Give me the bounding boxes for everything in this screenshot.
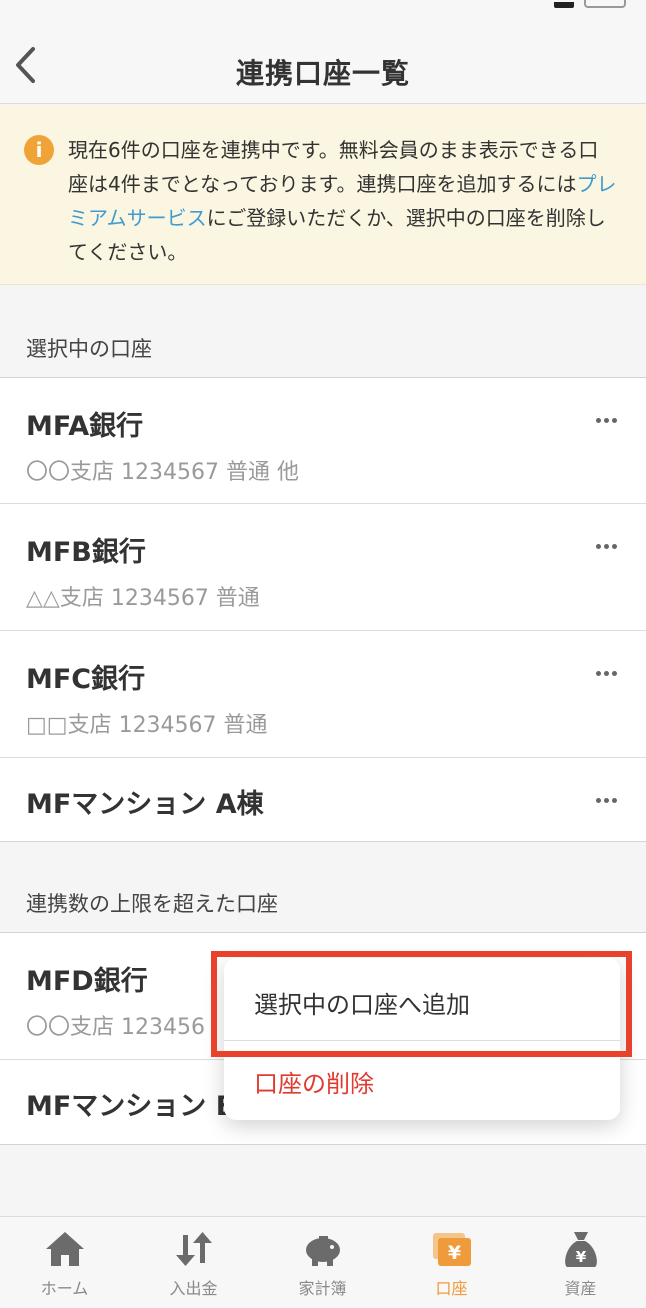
tab-assets[interactable]: ¥ 資産	[516, 1217, 645, 1308]
info-icon: i	[24, 135, 54, 165]
signal-icon	[554, 2, 574, 8]
ellipsis-icon	[595, 417, 601, 423]
account-name: MFマンション B	[26, 1091, 237, 1122]
account-row[interactable]: MFA銀行 〇〇支店 1234567 普通 他	[0, 378, 646, 504]
ellipsis-dot	[611, 543, 617, 549]
battery-icon	[584, 0, 626, 8]
ellipsis-dot	[603, 417, 609, 423]
page-title: 連携口座一覧	[235, 57, 410, 90]
arrows-up-down-icon	[175, 1232, 212, 1266]
account-name: MFA銀行	[26, 411, 144, 442]
ellipsis-icon	[595, 797, 601, 803]
tab-label: 資産	[564, 1279, 597, 1298]
account-detail: □□支店 1234567 普通	[26, 713, 268, 738]
ellipsis-dot	[603, 543, 609, 549]
tab-household-budget[interactable]: 家計簿	[258, 1217, 387, 1308]
svg-text:¥: ¥	[575, 1248, 586, 1266]
tab-accounts[interactable]: ¥ 口座	[387, 1217, 516, 1308]
status-icons	[554, 0, 626, 8]
account-name: MFC銀行	[26, 664, 146, 695]
tab-label: ホーム	[40, 1279, 89, 1298]
home-icon	[45, 1232, 84, 1266]
money-bag-yen-icon: ¥	[564, 1232, 597, 1267]
account-detail: 〇〇支店 123456	[26, 1015, 205, 1040]
tab-transfers[interactable]: 入出金	[129, 1217, 258, 1308]
account-detail: 〇〇支店 1234567 普通 他	[26, 460, 299, 485]
tab-label: 口座	[435, 1279, 468, 1298]
account-name: MFマンション A棟	[26, 789, 264, 820]
tab-label: 家計簿	[298, 1279, 347, 1298]
more-options-button[interactable]	[592, 663, 620, 683]
ellipsis-icon	[595, 543, 601, 549]
selected-accounts-header: 選択中の口座	[26, 337, 152, 361]
tab-bar: ホーム 入出金 家計簿 ¥ 口座 ¥ 資産	[0, 1216, 646, 1308]
account-row[interactable]: MFC銀行 □□支店 1234567 普通	[0, 631, 646, 758]
notice-text-part-1: 現在6件の口座を連携中です。無料会員のまま表示できる口座は4件までとなっておりま…	[68, 138, 599, 196]
navigation-bar: 連携口座一覧	[0, 24, 646, 104]
ellipsis-dot	[611, 417, 617, 423]
status-bar	[0, 0, 646, 24]
delete-account-menu-item[interactable]: 口座の削除	[254, 1064, 374, 1099]
ellipsis-icon	[595, 670, 601, 676]
highlight-annotation	[211, 951, 632, 1057]
more-options-button[interactable]	[592, 536, 620, 556]
wallet-yen-icon: ¥	[432, 1233, 471, 1266]
tab-home[interactable]: ホーム	[0, 1217, 129, 1308]
svg-text:¥: ¥	[447, 1242, 460, 1264]
piggy-bank-icon	[305, 1236, 340, 1266]
account-name: MFD銀行	[26, 966, 148, 997]
more-options-button[interactable]	[592, 790, 620, 810]
account-detail: △△支店 1234567 普通	[26, 586, 260, 611]
account-row[interactable]: MFB銀行 △△支店 1234567 普通	[0, 504, 646, 631]
ellipsis-dot	[603, 670, 609, 676]
ellipsis-dot	[611, 670, 617, 676]
ellipsis-dot	[611, 797, 617, 803]
notice-text: 現在6件の口座を連携中です。無料会員のまま表示できる口座は4件までとなっておりま…	[68, 133, 618, 269]
selected-accounts-list: MFA銀行 〇〇支店 1234567 普通 他 MFB銀行 △△支店 12345…	[0, 377, 646, 842]
account-name: MFB銀行	[26, 537, 146, 568]
account-row[interactable]: MFマンション A棟	[0, 758, 646, 841]
more-options-button[interactable]	[592, 410, 620, 430]
over-limit-accounts-header: 連携数の上限を超えた口座	[26, 892, 278, 916]
ellipsis-dot	[603, 797, 609, 803]
tab-label: 入出金	[169, 1279, 218, 1298]
